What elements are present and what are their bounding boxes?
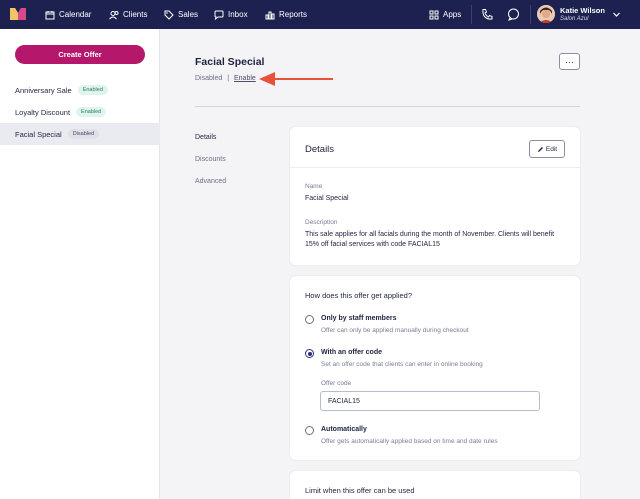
- tag-icon: [164, 10, 174, 20]
- option-title[interactable]: Automatically: [321, 426, 367, 433]
- status-badge: Enabled: [76, 107, 107, 117]
- bar-chart-icon: [265, 11, 275, 19]
- sidebar-item-facial-special[interactable]: Facial Special Disabled: [0, 123, 160, 145]
- more-options-button[interactable]: ···: [559, 53, 580, 70]
- user-location: Salon Azul: [560, 16, 589, 22]
- name-label: Name: [305, 183, 323, 190]
- option-title[interactable]: Only by staff members: [321, 315, 396, 322]
- nav-apps[interactable]: Apps: [429, 0, 461, 29]
- user-name[interactable]: Katie Wilson: [560, 6, 605, 15]
- topbar-divider: [530, 5, 531, 24]
- nav-inbox-label: Inbox: [228, 10, 248, 19]
- app-logo-icon[interactable]: [10, 7, 26, 21]
- tab-advanced[interactable]: Advanced: [195, 178, 226, 185]
- enable-link[interactable]: Enable: [234, 75, 256, 82]
- status-separator: |: [227, 75, 230, 82]
- page-title: Facial Special: [195, 56, 265, 68]
- edit-button-label: Edit: [545, 145, 558, 153]
- name-value: Facial Special: [305, 195, 349, 202]
- nav-sales[interactable]: Sales: [164, 0, 198, 29]
- nav-clients-label: Clients: [123, 10, 148, 19]
- nav-calendar-label: Calendar: [59, 10, 92, 19]
- sidebar-item-label: Facial Special: [15, 129, 62, 139]
- edit-button[interactable]: Edit: [529, 140, 565, 158]
- offer-status: Disabled: [195, 75, 223, 82]
- option-description: Offer can only be applied manually durin…: [321, 327, 469, 334]
- calendar-icon: [45, 10, 55, 19]
- offer-status-line: Disabled | Enable: [195, 75, 256, 82]
- topbar-divider: [471, 5, 472, 24]
- sidebar-item-anniversary-sale[interactable]: Anniversary Sale Enabled: [0, 79, 160, 101]
- annotation-arrow-icon: [259, 72, 333, 86]
- nav-clients[interactable]: Clients: [109, 0, 147, 29]
- nav-sales-label: Sales: [178, 10, 199, 19]
- nav-calendar[interactable]: Calendar: [45, 0, 91, 29]
- create-offer-button[interactable]: Create Offer: [15, 45, 145, 64]
- offer-code-label: Offer code: [321, 380, 352, 387]
- tab-details[interactable]: Details: [195, 134, 216, 141]
- offer-application-card: How does this offer get applied? Only by…: [290, 276, 580, 460]
- avatar[interactable]: [537, 5, 555, 23]
- staff-only-radio[interactable]: [305, 315, 314, 324]
- status-badge: Enabled: [77, 85, 108, 95]
- tab-discounts[interactable]: Discounts: [195, 156, 226, 163]
- offer-code-radio[interactable]: [305, 349, 314, 358]
- nav-apps-label: Apps: [443, 10, 462, 19]
- chevron-down-icon[interactable]: [612, 10, 621, 19]
- apps-grid-icon: [429, 10, 439, 19]
- sidebar-item-loyalty-discount[interactable]: Loyalty Discount Enabled: [0, 101, 160, 123]
- users-icon: [109, 10, 119, 19]
- user-photo-icon: [537, 5, 555, 23]
- pencil-icon: [537, 146, 543, 152]
- message-bubble-icon[interactable]: [507, 8, 520, 21]
- sidebar-item-label: Loyalty Discount: [15, 107, 71, 117]
- description-value: This sale applies for all facials during…: [305, 231, 555, 248]
- option-description: Set an offer code that clients can enter…: [321, 361, 483, 368]
- automatic-radio[interactable]: [305, 426, 314, 435]
- usage-limit-title: Limit when this offer can be used: [305, 486, 415, 495]
- phone-icon[interactable]: [481, 8, 494, 21]
- nav-inbox[interactable]: Inbox: [214, 0, 248, 29]
- application-question: How does this offer get applied?: [305, 291, 413, 300]
- header-divider: [195, 106, 580, 107]
- details-card: Details Edit Name Facial Special Descrip…: [290, 127, 580, 265]
- top-navigation-bar: Calendar Clients Sales Inbox Reports App…: [0, 0, 640, 29]
- description-label: Description: [305, 219, 338, 226]
- nav-reports-label: Reports: [279, 10, 308, 19]
- status-badge: Disabled: [67, 129, 100, 139]
- usage-limit-card: Limit when this offer can be used: [290, 471, 580, 499]
- card-divider: [290, 167, 580, 168]
- sidebar-item-label: Anniversary Sale: [15, 85, 72, 95]
- details-card-title: Details: [305, 144, 335, 155]
- offer-code-input[interactable]: [320, 391, 540, 411]
- option-title[interactable]: With an offer code: [321, 349, 382, 356]
- chat-icon: [214, 10, 224, 20]
- nav-reports[interactable]: Reports: [265, 0, 307, 29]
- option-description: Offer gets automatically applied based o…: [321, 438, 498, 445]
- offers-sidebar: Create Offer Anniversary Sale Enabled Lo…: [0, 29, 160, 499]
